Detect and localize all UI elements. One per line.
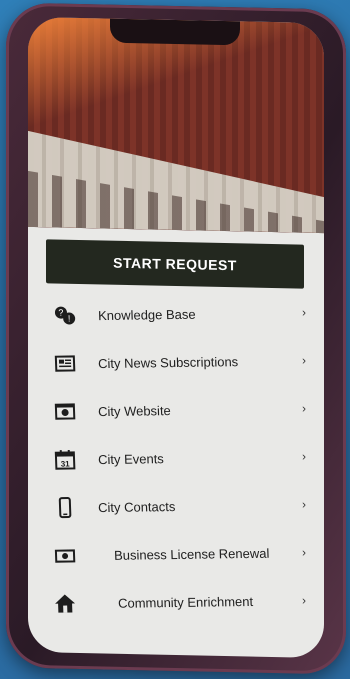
chevron-right-icon: › — [301, 305, 307, 320]
menu-item-label: Knowledge Base — [97, 306, 196, 323]
chevron-right-icon: › — [301, 401, 307, 416]
license-icon — [54, 544, 77, 566]
menu-item-community-enrichment[interactable]: Community Enrichment › — [28, 576, 324, 628]
start-request-button[interactable]: START REQUEST — [46, 239, 304, 289]
phone-frame: START REQUEST ? ! Knowledge Base › City … — [6, 2, 346, 675]
phone-screen: START REQUEST ? ! Knowledge Base › City … — [28, 16, 324, 659]
menu-item-label: City Website — [97, 402, 171, 419]
menu-item-business-license-renewal[interactable]: Business License Renewal › — [28, 528, 324, 580]
menu-item-city-events[interactable]: 31 City Events › — [28, 432, 324, 484]
phone-notch — [110, 18, 240, 46]
chevron-right-icon: › — [301, 497, 307, 512]
home-icon — [54, 592, 77, 614]
phone-icon — [54, 496, 77, 519]
menu-item-city-website[interactable]: City Website › — [28, 384, 324, 436]
menu-item-label: Community Enrichment — [117, 593, 254, 611]
chevron-right-icon: › — [301, 353, 307, 368]
news-icon — [54, 352, 77, 374]
menu-item-label: City News Subscriptions — [97, 353, 239, 371]
menu-item-label: City Contacts — [97, 498, 176, 515]
menu-item-knowledge-base[interactable]: ? ! Knowledge Base › — [28, 288, 324, 340]
hero-image — [28, 16, 324, 234]
chevron-right-icon: › — [301, 545, 307, 560]
menu-item-city-contacts[interactable]: City Contacts › — [28, 480, 324, 532]
calendar-day: 31 — [61, 459, 71, 468]
website-icon — [54, 400, 77, 422]
knowledge-base-icon: ? ! — [54, 304, 77, 326]
menu-item-city-news-subscriptions[interactable]: City News Subscriptions › — [28, 336, 324, 388]
svg-text:?: ? — [58, 308, 63, 318]
chevron-right-icon: › — [301, 449, 307, 464]
chevron-right-icon: › — [301, 593, 307, 608]
menu-list: ? ! Knowledge Base › City News Subscript… — [28, 287, 324, 629]
svg-text:!: ! — [68, 313, 71, 323]
calendar-icon: 31 — [54, 448, 77, 470]
menu-item-label: Business License Renewal — [113, 545, 270, 563]
menu-item-label: City Events — [97, 450, 165, 467]
